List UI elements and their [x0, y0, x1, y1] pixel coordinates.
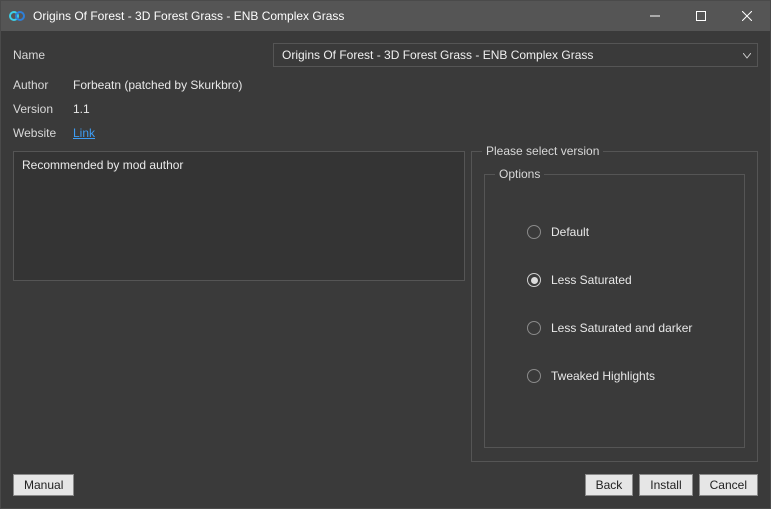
option-label: Less Saturated and darker [551, 321, 692, 335]
minimize-button[interactable] [632, 1, 678, 31]
option-label: Tweaked Highlights [551, 369, 655, 383]
option-label: Less Saturated [551, 273, 632, 287]
name-dropdown[interactable]: Origins Of Forest - 3D Forest Grass - EN… [273, 43, 758, 67]
titlebar: Origins Of Forest - 3D Forest Grass - EN… [1, 1, 770, 31]
app-icon [9, 8, 25, 24]
description-text: Recommended by mod author [22, 158, 183, 172]
name-label: Name [13, 48, 65, 62]
version-fieldset-legend: Please select version [482, 144, 603, 158]
radio-icon [527, 273, 541, 287]
close-button[interactable] [724, 1, 770, 31]
option-default[interactable]: Default [527, 225, 732, 239]
option-less-saturated-darker[interactable]: Less Saturated and darker [527, 321, 732, 335]
radio-icon [527, 225, 541, 239]
cancel-button[interactable]: Cancel [699, 474, 758, 496]
version-label: Version [13, 102, 65, 116]
radio-icon [527, 369, 541, 383]
options-fieldset-legend: Options [495, 167, 544, 181]
name-dropdown-value: Origins Of Forest - 3D Forest Grass - EN… [282, 48, 593, 62]
radio-icon [527, 321, 541, 335]
maximize-button[interactable] [678, 1, 724, 31]
options-fieldset: Options Default Less Saturated [484, 174, 745, 448]
version-fieldset: Please select version Options Default Le… [471, 151, 758, 462]
chevron-down-icon [743, 48, 751, 62]
option-tweaked-highlights[interactable]: Tweaked Highlights [527, 369, 732, 383]
description-panel: Recommended by mod author [13, 151, 465, 281]
version-value: 1.1 [73, 102, 90, 116]
option-less-saturated[interactable]: Less Saturated [527, 273, 732, 287]
back-button[interactable]: Back [585, 474, 634, 496]
website-link[interactable]: Link [73, 126, 95, 140]
window-title: Origins Of Forest - 3D Forest Grass - EN… [33, 9, 632, 23]
option-label: Default [551, 225, 589, 239]
install-button[interactable]: Install [639, 474, 692, 496]
author-value: Forbeatn (patched by Skurkbro) [73, 78, 242, 92]
website-label: Website [13, 126, 65, 140]
author-label: Author [13, 78, 65, 92]
manual-button[interactable]: Manual [13, 474, 74, 496]
